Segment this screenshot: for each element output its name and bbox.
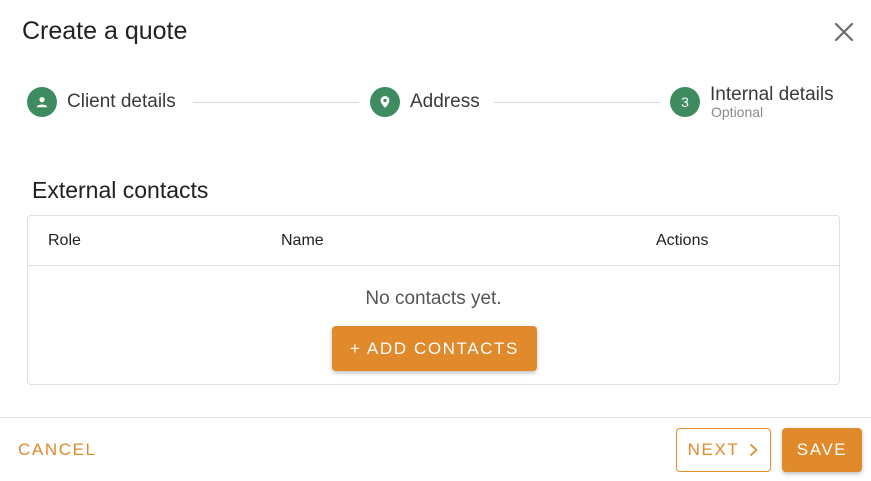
column-header-name[interactable]: Name xyxy=(281,232,324,250)
step-optional-caption: Optional xyxy=(711,104,764,120)
footer-divider xyxy=(0,417,871,418)
column-header-role[interactable]: Role xyxy=(48,232,81,250)
location-pin-icon xyxy=(380,96,390,108)
column-header-actions: Actions xyxy=(656,232,709,249)
step-address-indicator[interactable] xyxy=(370,87,400,117)
external-contacts-title: External contacts xyxy=(32,177,209,203)
stepper: Client details Address 3 Internal detail… xyxy=(0,0,871,140)
empty-state-text: No contacts yet. xyxy=(365,288,502,309)
table-header-divider xyxy=(28,265,839,266)
step-internal-details-label[interactable]: Internal details xyxy=(710,84,834,106)
save-button[interactable]: SAVE xyxy=(782,428,862,472)
step-connector xyxy=(193,102,359,103)
chevron-right-icon xyxy=(750,444,758,456)
person-icon xyxy=(36,97,48,108)
step-connector xyxy=(494,102,660,103)
step-client-details-label[interactable]: Client details xyxy=(67,91,176,113)
step-client-details-indicator[interactable] xyxy=(27,87,57,117)
step-address-label[interactable]: Address xyxy=(410,91,480,113)
add-contacts-button[interactable]: + ADD CONTACTS xyxy=(332,326,537,371)
next-button-label: NEXT xyxy=(687,440,740,459)
cancel-button[interactable]: CANCEL xyxy=(18,440,97,460)
step-internal-details-indicator[interactable]: 3 xyxy=(670,87,700,117)
contacts-table: Role Name Actions No contacts yet. + ADD… xyxy=(27,215,840,385)
next-button[interactable]: NEXT xyxy=(676,428,771,472)
